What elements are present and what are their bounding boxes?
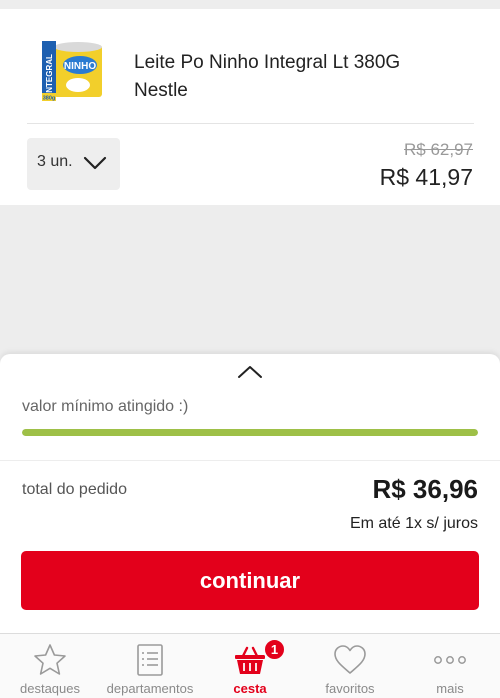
more-dots-icon <box>434 656 466 664</box>
nav-item-departamentos[interactable]: departamentos <box>100 634 200 698</box>
cart-item-card: INTEGRAL NINHO 380g Leite Po Ninho Integ… <box>0 9 500 205</box>
nav-item-mais[interactable]: mais <box>400 634 500 698</box>
list-icon <box>137 644 163 676</box>
continue-button[interactable]: continuar <box>21 551 479 610</box>
nav-label-favoritos: favoritos <box>325 681 375 696</box>
nav-item-cesta[interactable]: 1 cesta <box>200 634 300 698</box>
original-price: R$ 62,97 <box>404 140 473 159</box>
minimum-value-status: valor mínimo atingido :) <box>22 398 189 415</box>
nav-label-destaques: destaques <box>20 681 80 696</box>
nav-item-destaques[interactable]: destaques <box>0 634 100 698</box>
cart-count-badge: 1 <box>263 638 286 661</box>
current-price: R$ 41,97 <box>379 164 473 190</box>
expand-sheet-button[interactable] <box>236 362 264 382</box>
chevron-down-icon <box>83 156 107 170</box>
product-name-line-1: Leite Po Ninho Integral Lt 380G <box>134 52 401 73</box>
heart-icon <box>334 645 366 674</box>
quantity-value: 3 un. <box>37 153 73 170</box>
thumb-badge-text: INTEGRAL <box>45 54 54 95</box>
bottom-navigation: destaques departamentos 1 cesta favorito… <box>0 633 500 698</box>
order-summary-sheet: valor mínimo atingido :) total do pedido… <box>0 354 500 633</box>
thumb-size-text: 380g <box>43 96 56 102</box>
cart-screen: INTEGRAL NINHO 380g Leite Po Ninho Integ… <box>0 0 500 698</box>
progress-fill <box>22 429 478 436</box>
nav-item-favoritos[interactable]: favoritos <box>300 634 400 698</box>
milk-powder-can-icon: INTEGRAL NINHO 380g <box>42 41 102 102</box>
installments-info: Em até 1x s/ juros <box>349 515 478 532</box>
nav-label-departamentos: departamentos <box>106 681 194 696</box>
nav-label-mais: mais <box>436 681 464 696</box>
star-icon <box>34 644 66 675</box>
total-value: R$ 36,96 <box>372 474 478 504</box>
chevron-up-icon <box>238 366 262 378</box>
product-image[interactable]: INTEGRAL NINHO 380g <box>40 39 105 105</box>
thumb-brand-text: NINHO <box>64 61 96 72</box>
sheet-divider <box>0 460 500 461</box>
card-divider <box>27 123 474 124</box>
product-name-line-2: Nestle <box>134 80 188 101</box>
minimum-value-progress <box>22 429 478 436</box>
quantity-select[interactable]: 3 un. <box>27 138 120 190</box>
nav-label-cesta: cesta <box>233 681 267 696</box>
product-name[interactable]: Leite Po Ninho Integral Lt 380G Nestle <box>134 49 454 105</box>
total-label: total do pedido <box>22 481 127 498</box>
